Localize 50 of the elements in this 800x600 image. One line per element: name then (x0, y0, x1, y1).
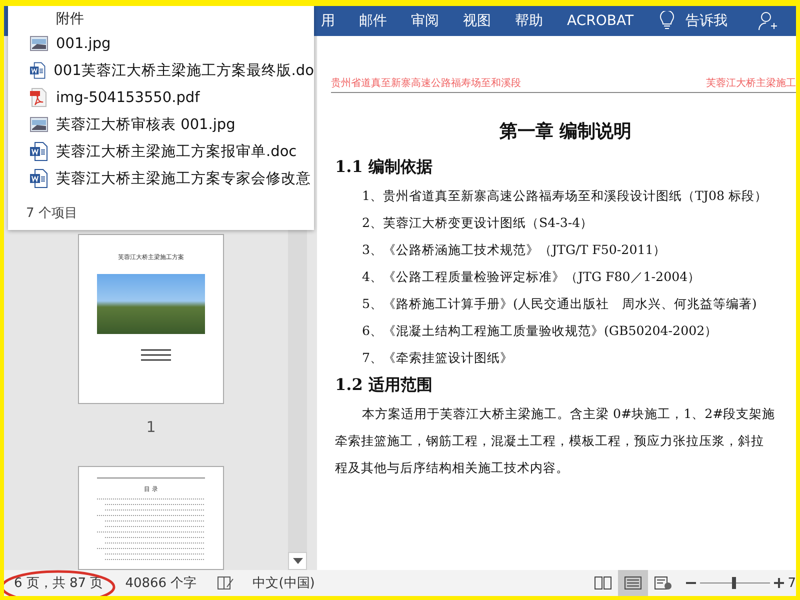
ribbon-tab[interactable]: 邮件 (347, 6, 399, 36)
lightbulb-icon[interactable] (660, 11, 674, 31)
reference-item: 6、《混凝土结构工程施工质量验收规范》(GB50204-2002） (361, 322, 719, 340)
word-document-icon (30, 61, 46, 80)
reference-item: 7、《牵索挂篮设计图纸》 (361, 349, 514, 367)
item-count: 7 个项目 (26, 205, 78, 222)
tell-me-button[interactable]: 告诉我 (674, 6, 740, 36)
zoom-out-icon[interactable] (686, 581, 696, 585)
ribbon-tab[interactable]: ACROBAT (555, 6, 646, 36)
open-book-icon (594, 576, 612, 590)
caret-icon (292, 558, 302, 564)
word-document-icon (30, 169, 48, 188)
chapter-title: 第一章 编制说明 (498, 120, 633, 143)
paragraph-line: 程及其他与后序结构相关施工技术内容。 (335, 459, 570, 477)
ribbon-tab[interactable]: 视图 (451, 6, 503, 36)
image-file-icon (30, 117, 48, 132)
folder-title: 附件 (56, 10, 85, 29)
section-heading: 1.1 编制依据 (335, 157, 434, 178)
paragraph-line: 本方案适用于芙蓉江大桥主梁施工。含主梁 0#块施工，1、2#段支架施 (361, 405, 776, 423)
file-item[interactable]: 芙蓉江大桥主梁施工方案专家会修改意 (30, 165, 314, 192)
word-count[interactable]: 40866 个字 (125, 574, 197, 592)
ribbon-tab[interactable]: 审阅 (399, 6, 451, 36)
reference-item: 4、《公路工程质量检验评定标准》（JTG F80／1-2004） (361, 268, 702, 286)
reference-item: 3、《公路桥涵施工技术规范》（JTG/T F50-2011） (361, 241, 668, 259)
section-heading: 1.2 适用范围 (335, 375, 434, 396)
file-item[interactable]: 001芙蓉江大桥主梁施工方案最终版.do (30, 57, 314, 84)
file-item[interactable]: 芙蓉江大桥审核表 001.jpg (30, 111, 314, 138)
page-lines-icon (624, 576, 642, 590)
zoom-slider-track[interactable] (700, 577, 770, 589)
image-file-icon (30, 36, 48, 51)
language[interactable]: 中文(中国) (252, 574, 315, 592)
page-header-text: 贵州省道真至新寨高速公路福寿场至和溪段 (331, 76, 521, 90)
reference-item: 2、芙蓉江大桥变更设计图纸（S4-3-4） (361, 214, 594, 232)
file-item[interactable]: 芙蓉江大桥主梁施工方案报审单.doc (30, 138, 314, 165)
page-header-text: 芙蓉江大桥主梁施工 (706, 76, 796, 90)
paragraph-line: 牵索挂篮施工，钢筋工程，混凝土工程，模板工程，预应力张拉压浆，斜拉 (335, 432, 765, 450)
scroll-down-button[interactable] (288, 552, 307, 570)
zoom-level[interactable]: 7 (788, 576, 796, 590)
add-user-icon[interactable] (758, 11, 778, 31)
ribbon-tab[interactable]: 帮助 (503, 6, 555, 36)
proofing-icon[interactable] (216, 575, 235, 591)
print-layout-button[interactable] (618, 570, 648, 596)
file-item[interactable]: img-504153550.pdf (30, 84, 314, 111)
reference-item: 5、《路桥施工计算手册》(人民交通出版社 周水兴、何兆益等编著) (361, 295, 758, 313)
word-document-icon (30, 142, 48, 161)
pdf-file-icon (30, 88, 48, 107)
page-number: 1 (146, 418, 156, 436)
zoom-in-icon[interactable] (774, 578, 784, 588)
web-page-icon (654, 576, 672, 590)
reference-item: 1、贵州省道真至新寨高速公路福寿场至和溪段设计图纸（TJ08 标段） (361, 187, 768, 205)
